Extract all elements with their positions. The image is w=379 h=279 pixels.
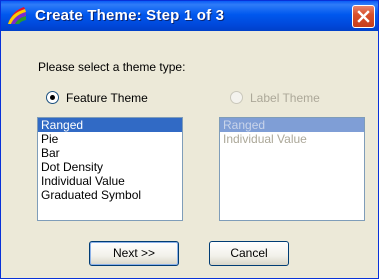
feature-theme-list[interactable]: Ranged Pie Bar Dot Density Individual Va…	[37, 117, 183, 221]
list-item-ranged[interactable]: Ranged	[220, 118, 364, 132]
list-item-ranged[interactable]: Ranged	[38, 118, 182, 132]
label-theme-label: Label Theme	[250, 91, 320, 105]
label-theme-radio[interactable]: Label Theme	[230, 90, 350, 106]
feature-theme-label: Feature Theme	[66, 91, 148, 105]
list-item-pie[interactable]: Pie	[38, 132, 182, 146]
list-item-individual-value[interactable]: Individual Value	[38, 174, 182, 188]
theme-icon	[8, 7, 26, 24]
radio-button-checked[interactable]	[46, 91, 59, 104]
close-icon	[357, 10, 370, 23]
list-item-individual-value[interactable]: Individual Value	[220, 132, 364, 146]
dialog-window: Create Theme: Step 1 of 3 Please select …	[0, 0, 379, 279]
close-button[interactable]	[352, 5, 375, 28]
title-bar[interactable]: Create Theme: Step 1 of 3	[1, 1, 378, 31]
list-item-graduated-symbol[interactable]: Graduated Symbol	[38, 188, 182, 202]
label-theme-list[interactable]: Ranged Individual Value	[219, 117, 365, 221]
window-title: Create Theme: Step 1 of 3	[35, 7, 225, 24]
list-item-bar[interactable]: Bar	[38, 146, 182, 160]
theme-type-prompt: Please select a theme type:	[38, 60, 186, 74]
list-item-dot-density[interactable]: Dot Density	[38, 160, 182, 174]
cancel-button[interactable]: Cancel	[209, 241, 289, 266]
feature-theme-radio[interactable]: Feature Theme	[46, 90, 186, 106]
next-button[interactable]: Next >>	[89, 241, 179, 266]
radio-button-unchecked[interactable]	[230, 91, 243, 104]
